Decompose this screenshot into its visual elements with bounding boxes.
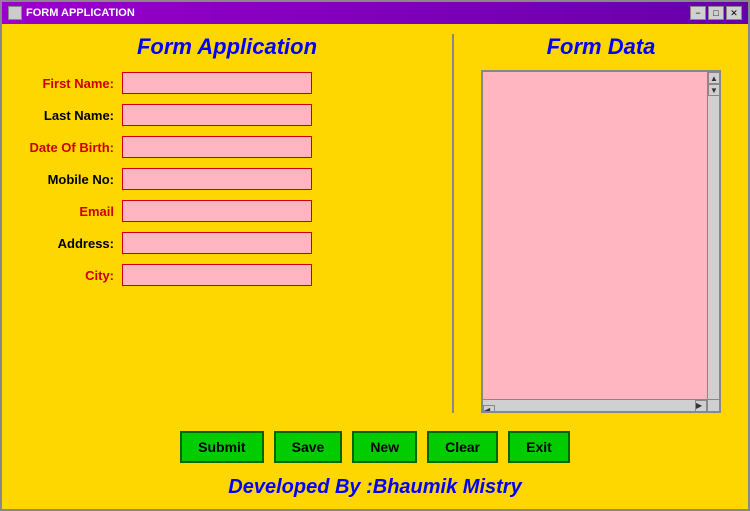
footer: Developed By :Bhaumik Mistry xyxy=(2,468,748,509)
form-data-content xyxy=(483,72,707,399)
title-bar: FORM APPLICATION − □ ✕ xyxy=(2,2,748,24)
app-icon xyxy=(8,6,22,20)
last-name-label: Last Name: xyxy=(17,108,122,123)
first-name-input[interactable] xyxy=(122,72,312,94)
mobile-input[interactable] xyxy=(122,168,312,190)
city-row: City: xyxy=(17,264,437,286)
content-area: Form Application First Name: Last Name: … xyxy=(2,24,748,423)
window-title: FORM APPLICATION xyxy=(26,7,135,19)
dob-label: Date Of Birth: xyxy=(17,140,122,155)
title-bar-text: FORM APPLICATION xyxy=(8,6,135,20)
last-name-row: Last Name: xyxy=(17,104,437,126)
form-data-box: ▲ ▼ ◀ ▶ xyxy=(481,70,721,413)
scroll-corner xyxy=(707,399,719,411)
address-input[interactable] xyxy=(122,232,312,254)
dob-input[interactable] xyxy=(122,136,312,158)
scroll-right-button[interactable]: ▶ xyxy=(695,400,707,412)
clear-button[interactable]: Clear xyxy=(427,431,498,463)
scroll-down-button[interactable]: ▼ xyxy=(708,84,720,96)
scroll-up-button[interactable]: ▲ xyxy=(708,72,720,84)
city-input[interactable] xyxy=(122,264,312,286)
footer-text: Developed By :Bhaumik Mistry xyxy=(228,476,521,498)
new-button[interactable]: New xyxy=(352,431,417,463)
form-title: Form Application xyxy=(17,34,437,60)
maximize-button[interactable]: □ xyxy=(708,6,724,20)
exit-button[interactable]: Exit xyxy=(508,431,570,463)
horizontal-scrollbar[interactable]: ◀ ▶ xyxy=(483,399,707,411)
window-controls: − □ ✕ xyxy=(690,6,742,20)
panel-divider xyxy=(452,34,454,413)
form-data-title: Form Data xyxy=(547,34,656,60)
email-input[interactable] xyxy=(122,200,312,222)
dob-row: Date Of Birth: xyxy=(17,136,437,158)
email-label: Email xyxy=(17,204,122,219)
close-button[interactable]: ✕ xyxy=(726,6,742,20)
button-row: Submit Save New Clear Exit xyxy=(2,423,748,468)
submit-button[interactable]: Submit xyxy=(180,431,263,463)
vertical-scrollbar[interactable]: ▲ ▼ xyxy=(707,72,719,399)
right-panel: Form Data ▲ ▼ ◀ ▶ xyxy=(469,34,733,413)
email-row: Email xyxy=(17,200,437,222)
mobile-label: Mobile No: xyxy=(17,172,122,187)
scroll-left-button[interactable]: ◀ xyxy=(483,405,495,413)
left-panel: Form Application First Name: Last Name: … xyxy=(17,34,437,413)
main-window: FORM APPLICATION − □ ✕ Form Application … xyxy=(0,0,750,511)
address-row: Address: xyxy=(17,232,437,254)
first-name-label: First Name: xyxy=(17,76,122,91)
city-label: City: xyxy=(17,268,122,283)
minimize-button[interactable]: − xyxy=(690,6,706,20)
save-button[interactable]: Save xyxy=(274,431,343,463)
last-name-input[interactable] xyxy=(122,104,312,126)
mobile-row: Mobile No: xyxy=(17,168,437,190)
first-name-row: First Name: xyxy=(17,72,437,94)
address-label: Address: xyxy=(17,236,122,251)
